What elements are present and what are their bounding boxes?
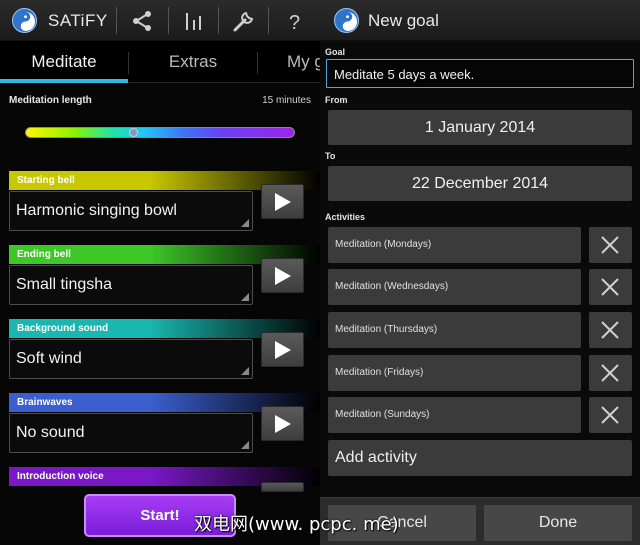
activity-item[interactable]: Meditation (Sundays) [328,397,581,433]
meditation-length-slider[interactable] [25,127,295,138]
play-icon [275,193,291,211]
play-ending-bell-button[interactable] [261,258,304,293]
activity-item[interactable]: Meditation (Fridays) [328,355,581,391]
done-button[interactable]: Done [484,505,632,541]
tab-meditate[interactable]: Meditate [0,41,128,83]
activity-item[interactable]: Meditation (Wednesdays) [328,269,581,305]
background-sound-dropdown[interactable]: Soft wind [9,339,253,379]
stats-icon[interactable] [182,9,206,33]
play-brainwaves-button[interactable] [261,406,304,441]
remove-activity-button[interactable] [589,227,632,263]
brainwaves-dropdown[interactable]: No sound [9,413,253,453]
action-bar: New goal [320,0,640,41]
from-date-button[interactable]: 1 January 2014 [328,110,632,145]
play-introduction-voice-button[interactable] [261,482,304,492]
dropdown-value: No sound [16,424,85,441]
add-activity-label: Add activity [335,449,417,466]
meditation-length-value: 15 minutes [262,95,311,106]
activity-label: Meditation (Mondays) [335,239,432,250]
dropdown-indicator-icon [241,367,249,375]
share-icon[interactable] [130,9,154,33]
activity-label: Meditation (Thursdays) [335,324,438,335]
meditation-length-label: Meditation length [9,95,92,106]
activities-label: Activities [325,212,366,222]
watermark: 双电网(www. pcpc. me) [194,514,399,535]
yin-yang-logo-icon[interactable] [334,8,359,33]
divider [168,7,169,34]
remove-activity-button[interactable] [589,269,632,305]
app-title: SATiFY [48,11,108,30]
tab-bar: Meditate Extras My g [0,41,320,83]
from-label: From [325,95,348,105]
activity-item[interactable]: Meditation (Mondays) [328,227,581,263]
activity-label: Meditation (Sundays) [335,409,430,420]
screen-title: New goal [368,11,439,30]
slider-thumb[interactable] [129,128,138,137]
activity-item[interactable]: Meditation (Thursdays) [328,312,581,348]
tab-my-goals[interactable]: My g [262,41,320,83]
new-goal-screen: New goal Goal Meditate 5 days a week. Fr… [320,0,640,545]
close-icon [601,321,619,339]
play-icon [275,267,291,285]
tab-indicator [0,79,128,83]
help-icon[interactable]: ? [283,9,307,34]
tab-extras[interactable]: Extras [129,41,257,83]
starting-bell-dropdown[interactable]: Harmonic singing bowl [9,191,253,231]
dropdown-value: Soft wind [16,350,82,367]
action-bar: SATiFY ? [0,0,320,41]
activity-label: Meditation (Fridays) [335,367,424,378]
dropdown-value: Harmonic singing bowl [16,202,177,219]
close-icon [601,406,619,424]
wrench-icon[interactable] [232,9,256,33]
dropdown-indicator-icon [241,441,249,449]
to-date-button[interactable]: 22 December 2014 [328,166,632,201]
remove-activity-button[interactable] [589,312,632,348]
divider [257,52,258,74]
dropdown-indicator-icon [241,293,249,301]
close-icon [601,364,619,382]
dropdown-value: Small tingsha [16,276,113,293]
goal-input-value: Meditate 5 days a week. [334,67,475,82]
play-starting-bell-button[interactable] [261,184,304,219]
close-icon [601,278,619,296]
divider [268,7,269,34]
svg-text:?: ? [289,12,300,33]
to-label: To [325,151,336,161]
remove-activity-button[interactable] [589,355,632,391]
play-icon [275,415,291,433]
close-icon [601,236,619,254]
meditate-screen: SATiFY ? Meditate Extras My g Meditation… [0,0,320,545]
remove-activity-button[interactable] [589,397,632,433]
ending-bell-dropdown[interactable]: Small tingsha [9,265,253,305]
yin-yang-logo-icon[interactable] [12,8,37,33]
divider [218,7,219,34]
activity-label: Meditation (Wednesdays) [335,281,449,292]
play-icon [275,341,291,359]
dropdown-indicator-icon [241,219,249,227]
add-activity-button[interactable]: Add activity [328,440,632,476]
play-background-sound-button[interactable] [261,332,304,367]
goal-input[interactable]: Meditate 5 days a week. [326,59,634,88]
divider [128,52,129,74]
divider [116,7,117,34]
goal-label: Goal [325,47,346,57]
